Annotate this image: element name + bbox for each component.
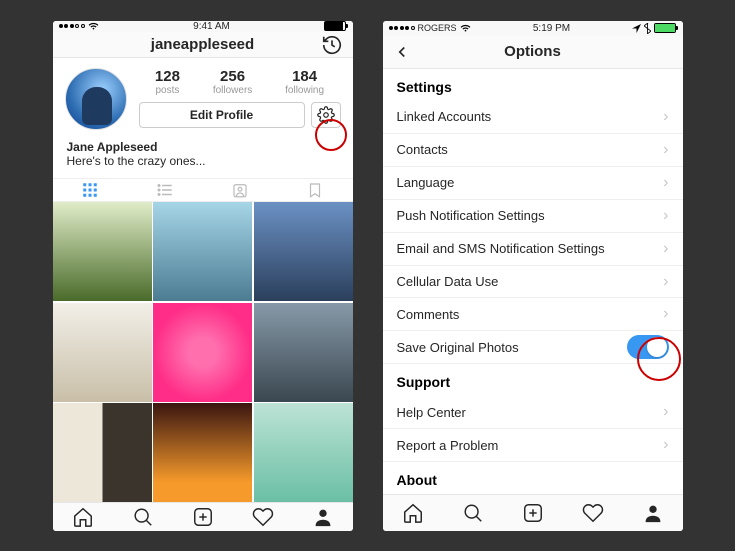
display-name: Jane Appleseed: [67, 140, 339, 154]
photo-6[interactable]: [254, 303, 353, 402]
search-icon: [462, 502, 484, 524]
nav-bar: janeappleseed: [53, 32, 353, 57]
bio-text: Here's to the crazy ones...: [67, 154, 339, 168]
nav-bar: Options: [383, 36, 683, 69]
wifi-icon: [460, 24, 471, 32]
section-about: About: [383, 462, 683, 494]
signal-dots-icon: [59, 24, 85, 28]
row-report-problem[interactable]: Report a Problem ›: [383, 429, 683, 462]
plus-square-icon: [192, 506, 214, 528]
row-linked-accounts[interactable]: Linked Accounts ›: [383, 101, 683, 134]
photo-9[interactable]: [254, 403, 353, 502]
section-settings: Settings: [383, 69, 683, 101]
section-support: Support: [383, 364, 683, 396]
stat-posts[interactable]: 128 posts: [155, 68, 180, 96]
gear-icon: [317, 106, 335, 124]
photo-7[interactable]: [53, 403, 152, 502]
view-tabs: [53, 178, 353, 203]
status-bar: ROGERS 5:19 PM: [383, 21, 683, 37]
chevron-right-icon: ›: [663, 240, 668, 258]
row-language[interactable]: Language ›: [383, 167, 683, 200]
row-push-notifications[interactable]: Push Notification Settings ›: [383, 200, 683, 233]
photo-1[interactable]: [53, 202, 152, 301]
stat-following[interactable]: 184 following: [285, 68, 324, 96]
heart-icon: [582, 502, 604, 524]
photo-grid: [53, 202, 353, 502]
nav-search[interactable]: [113, 503, 173, 530]
row-email-sms-notifications[interactable]: Email and SMS Notification Settings ›: [383, 233, 683, 266]
row-cellular-data[interactable]: Cellular Data Use ›: [383, 266, 683, 299]
chevron-right-icon: ›: [663, 174, 668, 192]
carrier-label: ROGERS: [418, 23, 457, 33]
page-title: Options: [504, 43, 561, 60]
profile-icon: [642, 502, 664, 524]
chevron-right-icon: ›: [663, 108, 668, 126]
tab-saved[interactable]: [278, 179, 353, 202]
row-help-center[interactable]: Help Center ›: [383, 396, 683, 429]
save-photos-toggle[interactable]: [627, 335, 669, 359]
photo-2[interactable]: [153, 202, 252, 301]
profile-icon: [312, 506, 334, 528]
chevron-right-icon: ›: [663, 141, 668, 159]
username-title: janeappleseed: [151, 36, 254, 53]
history-button[interactable]: [311, 32, 353, 56]
home-icon: [402, 502, 424, 524]
battery-icon: [654, 23, 676, 33]
status-time: 5:19 PM: [533, 23, 570, 34]
nav-activity[interactable]: [563, 495, 623, 530]
bottom-nav: [53, 502, 353, 530]
photo-8[interactable]: [153, 403, 252, 502]
chevron-left-icon: [393, 43, 411, 61]
row-save-original-photos: Save Original Photos: [383, 331, 683, 364]
settings-gear-button[interactable]: [311, 102, 341, 128]
nav-create[interactable]: [173, 503, 233, 530]
bluetooth-icon: [644, 23, 651, 34]
nav-home[interactable]: [53, 503, 113, 530]
nav-search[interactable]: [443, 495, 503, 530]
status-bar: 9:41 AM: [53, 21, 353, 33]
search-icon: [132, 506, 154, 528]
nav-create[interactable]: [503, 495, 563, 530]
nav-activity[interactable]: [233, 503, 293, 530]
phone-profile: 9:41 AM janeappleseed 128 posts 256 foll…: [53, 21, 353, 531]
nav-home[interactable]: [383, 495, 443, 530]
status-time: 9:41 AM: [193, 21, 230, 32]
edit-profile-button[interactable]: Edit Profile: [139, 102, 305, 128]
bio-section: Jane Appleseed Here's to the crazy ones.…: [53, 134, 353, 178]
avatar[interactable]: [65, 68, 127, 130]
chevron-right-icon: ›: [663, 207, 668, 225]
photo-4[interactable]: [53, 303, 152, 402]
bottom-nav: [383, 494, 683, 530]
heart-icon: [252, 506, 274, 528]
phone-options: ROGERS 5:19 PM Options Settings Linked A…: [383, 21, 683, 531]
photo-5[interactable]: [153, 303, 252, 402]
back-button[interactable]: [383, 36, 421, 68]
chevron-right-icon: ›: [663, 273, 668, 291]
home-icon: [72, 506, 94, 528]
nav-profile[interactable]: [293, 503, 353, 530]
row-contacts[interactable]: Contacts ›: [383, 134, 683, 167]
nav-profile[interactable]: [623, 495, 683, 530]
wifi-icon: [88, 22, 99, 30]
chevron-right-icon: ›: [663, 436, 668, 454]
profile-header: 128 posts 256 followers 184 following Ed…: [53, 58, 353, 134]
row-comments[interactable]: Comments ›: [383, 298, 683, 331]
chevron-right-icon: ›: [663, 403, 668, 421]
plus-square-icon: [522, 502, 544, 524]
signal-dots-icon: [389, 26, 415, 30]
tab-list[interactable]: [128, 179, 203, 202]
chevron-right-icon: ›: [663, 305, 668, 323]
tab-tagged[interactable]: [203, 179, 278, 202]
battery-icon: [324, 21, 346, 31]
photo-3[interactable]: [254, 202, 353, 301]
location-icon: [632, 24, 641, 33]
tab-grid[interactable]: [53, 179, 128, 202]
stat-followers[interactable]: 256 followers: [213, 68, 252, 96]
